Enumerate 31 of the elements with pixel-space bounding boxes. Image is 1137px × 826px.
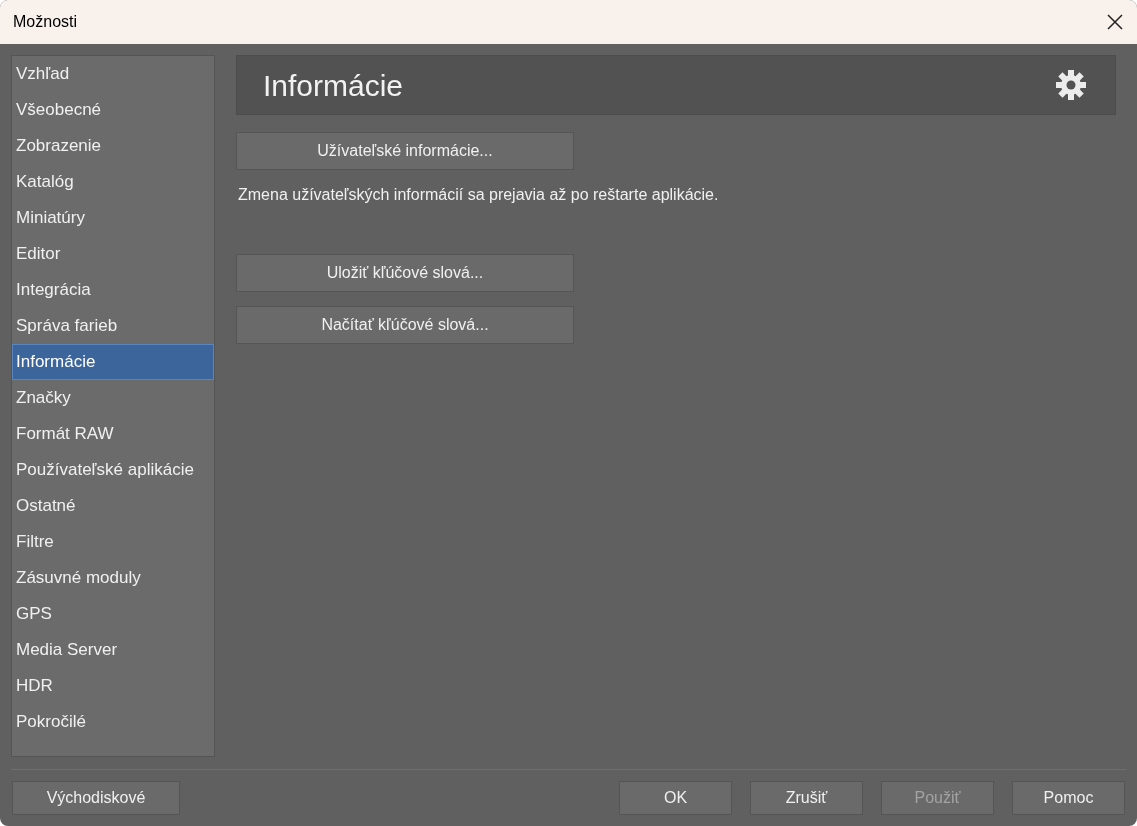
sidebar-item[interactable]: Ostatné bbox=[12, 488, 214, 524]
window-title: Možnosti bbox=[13, 12, 78, 32]
sidebar-item[interactable]: GPS bbox=[12, 596, 214, 632]
sidebar-item[interactable]: Editor bbox=[12, 236, 214, 272]
sidebar-item[interactable]: Všeobecné bbox=[12, 92, 214, 128]
action-button[interactable]: Užívateľské informácie... bbox=[236, 132, 574, 170]
sidebar-item[interactable]: Informácie bbox=[12, 344, 214, 380]
sidebar-item[interactable]: Katalóg bbox=[12, 164, 214, 200]
settings-icon[interactable] bbox=[1055, 69, 1087, 101]
sidebar-item[interactable]: Formát RAW bbox=[12, 416, 214, 452]
sidebar-item[interactable]: HDR bbox=[12, 668, 214, 704]
close-icon[interactable] bbox=[1107, 14, 1123, 30]
sidebar-item[interactable]: Miniatúry bbox=[12, 200, 214, 236]
sidebar-item[interactable]: Integrácia bbox=[12, 272, 214, 308]
sidebar-item[interactable]: Vzhľad bbox=[12, 56, 214, 92]
action-button[interactable]: Načítať kľúčové slová... bbox=[236, 306, 574, 344]
sidebar-item[interactable]: Pokročilé bbox=[12, 704, 214, 740]
sidebar-item[interactable]: Správa farieb bbox=[12, 308, 214, 344]
sidebar-item[interactable]: Zobrazenie bbox=[12, 128, 214, 164]
sidebar-item[interactable]: Zásuvné moduly bbox=[12, 560, 214, 596]
sidebar-item[interactable]: Media Server bbox=[12, 632, 214, 668]
dialog-button[interactable]: Východiskové bbox=[12, 781, 180, 815]
dialog-button[interactable]: OK bbox=[619, 781, 732, 815]
sidebar-item[interactable]: Filtre bbox=[12, 524, 214, 560]
sidebar-item[interactable]: Značky bbox=[12, 380, 214, 416]
sidebar-item[interactable]: Používateľské aplikácie bbox=[12, 452, 214, 488]
dialog-button[interactable]: Pomoc bbox=[1012, 781, 1125, 815]
info-text: Zmena užívateľských informácií sa prejavia až po reštarte aplikácie. bbox=[237, 185, 720, 205]
action-button[interactable]: Uložiť kľúčové slová... bbox=[236, 254, 574, 292]
section-title: Informácie bbox=[263, 67, 404, 104]
dialog-button[interactable]: Zrušiť bbox=[750, 781, 863, 815]
